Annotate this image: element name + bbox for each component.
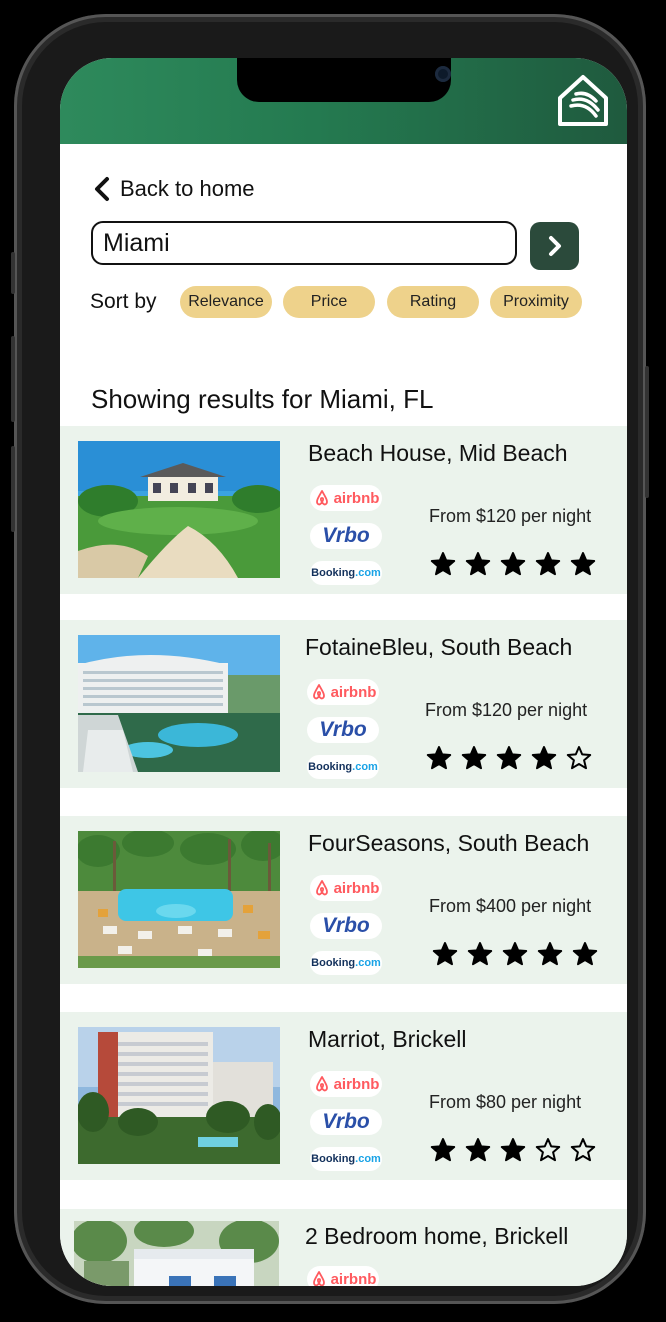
star-filled-icon (531, 746, 557, 770)
back-to-home-link[interactable]: Back to home (92, 176, 255, 202)
back-label: Back to home (120, 176, 255, 201)
star-filled-icon (465, 552, 491, 576)
results-heading: Showing results for Miami, FL (91, 384, 434, 414)
star-filled-icon (572, 942, 598, 966)
listing-title: FourSeasons, South Beach (308, 830, 590, 856)
star-filled-icon (467, 942, 493, 966)
vrbo-label: Vrbo (319, 718, 367, 741)
search-input[interactable] (91, 221, 517, 265)
listing-card[interactable]: FotaineBleu, South Beach airbnb Vrbo Boo… (60, 620, 627, 788)
airbnb-button[interactable]: airbnb (307, 679, 379, 705)
booking-button[interactable]: Booking .com (310, 1147, 382, 1171)
listing-title: Marriot, Brickell (308, 1026, 467, 1052)
mute-switch (11, 252, 15, 294)
chevron-left-icon (95, 177, 109, 201)
rating-stars (430, 1137, 596, 1163)
vrbo-button[interactable]: Vrbo (310, 913, 382, 939)
vrbo-button[interactable]: Vrbo (310, 523, 382, 549)
sort-relevance-chip[interactable]: Relevance (180, 286, 272, 318)
star-outline-icon (566, 746, 592, 770)
app-screen: Back to home Sort by Relevance Price Rat… (60, 58, 627, 1286)
airbnb-button[interactable]: airbnb (310, 1071, 382, 1097)
vrbo-label: Vrbo (322, 1110, 370, 1133)
listing-photo (74, 1221, 279, 1286)
listing-card[interactable]: FourSeasons, South Beach airbnb Vrbo Boo… (60, 816, 627, 984)
airbnb-button[interactable]: airbnb (307, 1266, 379, 1286)
listing-photo (78, 1027, 280, 1164)
chevron-right-icon (548, 236, 561, 256)
listing-price: From $120 per night (429, 506, 592, 526)
rating-stars (426, 745, 592, 771)
listing-photo (78, 831, 280, 968)
listing-card[interactable]: Marriot, Brickell airbnb Vrbo Booking .co… (60, 1012, 627, 1180)
star-filled-icon (430, 1138, 456, 1162)
listing-photo (78, 441, 280, 578)
booking-label: Booking (311, 1153, 356, 1165)
star-filled-icon (500, 1138, 526, 1162)
listing-price: From $400 per night (429, 896, 592, 916)
star-filled-icon (570, 552, 596, 576)
booking-button[interactable]: Booking .com (310, 561, 382, 585)
airbnb-icon (315, 1076, 328, 1092)
star-filled-icon (500, 552, 526, 576)
notch (237, 58, 451, 102)
listing-title: 2 Bedroom home, Brickell (305, 1223, 569, 1249)
search-go-button[interactable] (530, 222, 579, 270)
phone-frame: Back to home Sort by Relevance Price Rat… (11, 14, 649, 1304)
rating-stars (430, 551, 596, 577)
star-filled-icon (537, 942, 563, 966)
star-filled-icon (432, 942, 458, 966)
booking-label: Booking (308, 761, 353, 773)
volume-down-button (11, 446, 15, 532)
booking-suffix: .com (355, 957, 381, 969)
star-outline-icon (535, 1138, 561, 1162)
listing-price: From $120 per night (425, 700, 588, 720)
listing-card[interactable]: 2 Bedroom home, Brickell airbnb (60, 1209, 627, 1286)
house-logo-icon[interactable] (556, 72, 610, 128)
airbnb-label: airbnb (333, 879, 380, 897)
listing-title: FotaineBleu, South Beach (305, 634, 573, 660)
rating-stars (432, 941, 598, 967)
airbnb-label: airbnb (330, 1270, 377, 1287)
star-filled-icon (465, 1138, 491, 1162)
airbnb-icon (312, 1271, 325, 1286)
vrbo-button[interactable]: Vrbo (307, 717, 379, 743)
vrbo-label: Vrbo (322, 524, 370, 547)
airbnb-icon (315, 880, 328, 896)
star-filled-icon (426, 746, 452, 770)
power-button (645, 366, 649, 498)
airbnb-button[interactable]: airbnb (310, 875, 382, 901)
airbnb-label: airbnb (330, 683, 377, 701)
airbnb-icon (312, 684, 325, 700)
listing-title: Beach House, Mid Beach (308, 440, 568, 466)
star-filled-icon (535, 552, 561, 576)
vrbo-button[interactable]: Vrbo (310, 1109, 382, 1135)
star-filled-icon (430, 552, 456, 576)
airbnb-label: airbnb (333, 489, 380, 507)
booking-suffix: .com (355, 1153, 381, 1165)
booking-suffix: .com (355, 567, 381, 579)
listing-card[interactable]: Beach House, Mid Beach airbnb Vrbo Booki… (60, 426, 627, 594)
booking-button[interactable]: Booking .com (307, 755, 379, 779)
camera-icon (435, 66, 451, 82)
sort-price-chip[interactable]: Price (283, 286, 375, 318)
sort-proximity-chip[interactable]: Proximity (490, 286, 582, 318)
airbnb-icon (315, 490, 328, 506)
booking-button[interactable]: Booking .com (310, 951, 382, 975)
star-filled-icon (502, 942, 528, 966)
airbnb-button[interactable]: airbnb (310, 485, 382, 511)
star-filled-icon (496, 746, 522, 770)
listing-photo (78, 635, 280, 772)
vrbo-label: Vrbo (322, 914, 370, 937)
booking-label: Booking (311, 567, 356, 579)
sort-by-label: Sort by (90, 290, 157, 313)
star-filled-icon (461, 746, 487, 770)
sort-rating-chip[interactable]: Rating (387, 286, 479, 318)
booking-suffix: .com (352, 761, 378, 773)
listing-price: From $80 per night (429, 1092, 582, 1112)
airbnb-label: airbnb (333, 1075, 380, 1093)
volume-up-button (11, 336, 15, 422)
star-outline-icon (570, 1138, 596, 1162)
booking-label: Booking (311, 957, 356, 969)
